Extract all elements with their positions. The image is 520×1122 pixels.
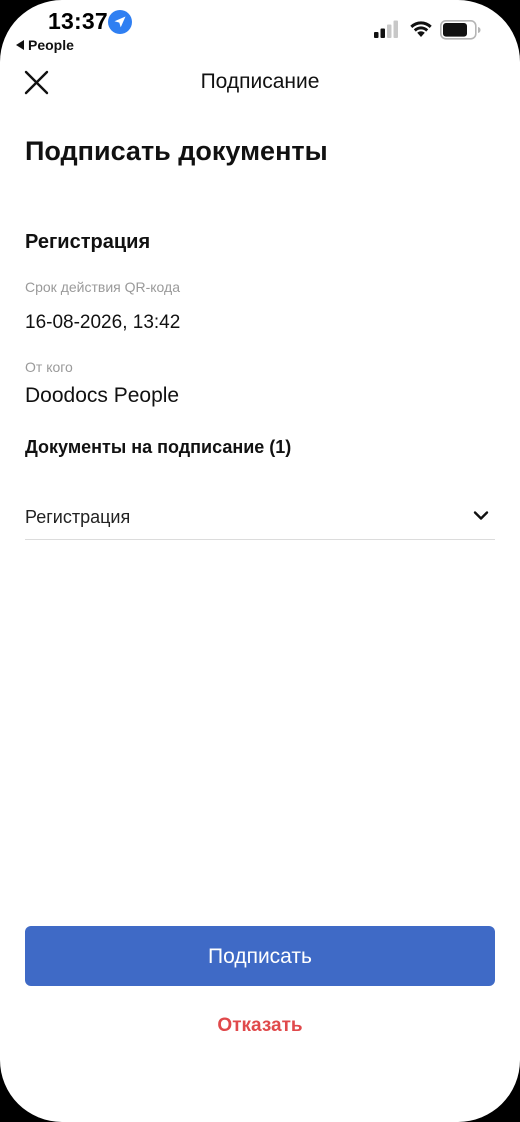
status-time: 13:37 [48, 8, 108, 34]
wifi-icon [408, 17, 434, 44]
document-dropdown[interactable]: Регистрация [25, 494, 495, 540]
back-app-label: People [28, 37, 74, 53]
decline-button[interactable]: Отказать [0, 1015, 520, 1037]
chevron-down-icon [473, 509, 489, 527]
location-arrow-icon [108, 10, 132, 34]
document-name: Регистрация [25, 507, 131, 527]
qr-expiry-value: 16-08-2026, 13:42 [25, 312, 181, 333]
page-title: Подписать документы [25, 136, 328, 166]
nav-title: Подписание [200, 70, 320, 93]
phone-screen: 13:37 People Подписание Подписать докуме… [0, 0, 520, 1122]
documents-title: Документы на подписание (1) [25, 437, 292, 457]
back-triangle-icon [16, 40, 24, 50]
qr-expiry-label: Срок действия QR-кода [25, 279, 180, 295]
sign-button[interactable]: Подписать [25, 926, 495, 986]
sender-value: Doodocs People [25, 384, 180, 407]
sender-label: От кого [25, 359, 73, 375]
section-title: Регистрация [25, 231, 151, 253]
cellular-signal-icon [374, 20, 400, 43]
battery-icon [440, 20, 482, 45]
back-to-app-link[interactable]: People [16, 37, 74, 53]
